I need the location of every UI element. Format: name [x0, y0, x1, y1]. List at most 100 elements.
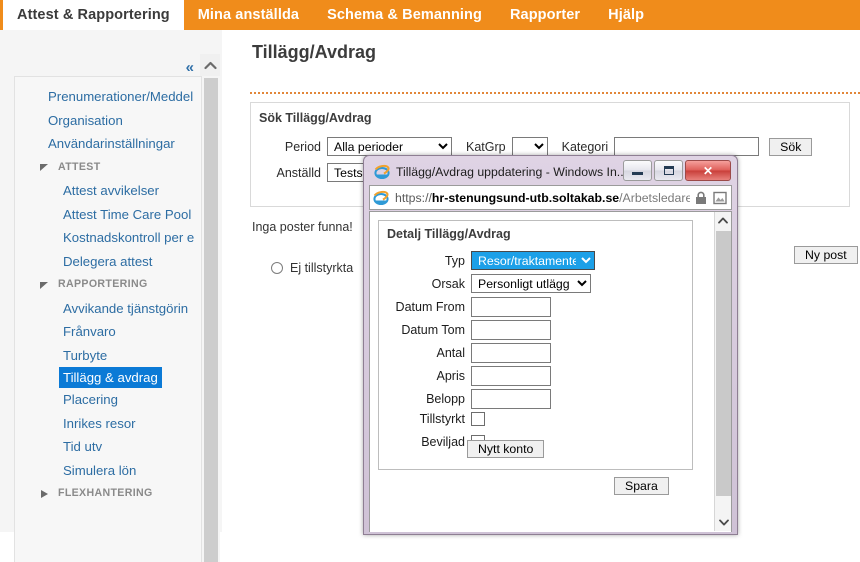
sidebar-item-avvikande-tjanstgoring[interactable]: Avvikande tjänstgörin: [15, 297, 201, 321]
kategori-input[interactable]: [614, 137, 760, 156]
chevron-up-icon: [718, 217, 728, 224]
top-navigation-bar: Attest & Rapportering Mina anställda Sch…: [0, 0, 860, 30]
sidebar-item-tid-utv[interactable]: Tid utv: [15, 435, 201, 459]
compatibility-view-icon[interactable]: [712, 190, 728, 206]
nav-tab-attest-rapportering[interactable]: Attest & Rapportering: [3, 0, 184, 30]
datum-from-row: Datum From: [385, 297, 551, 317]
scrollbar-up-button[interactable]: [715, 212, 731, 229]
url-path: /Arbetsledare/A: [619, 190, 690, 205]
period-row: Period Alla perioder KatGrp Kategori Sök: [259, 137, 813, 156]
nav-tab-label: Rapporter: [509, 7, 581, 23]
popup-content-area: Detalj Tillägg/Avdrag Typ Resor/traktame…: [369, 211, 732, 532]
collapse-chevrons-label: «: [185, 59, 194, 76]
sidebar-item-placering[interactable]: Placering: [15, 388, 201, 412]
restore-icon: [663, 166, 674, 175]
detail-panel: Detalj Tillägg/Avdrag Typ Resor/traktame…: [378, 220, 693, 470]
antal-input[interactable]: [471, 343, 551, 363]
katgrp-select[interactable]: [511, 137, 548, 156]
period-label: Period: [284, 139, 321, 154]
sidebar-item-tillagg-avdrag[interactable]: Tillägg & avdrag: [59, 367, 162, 388]
minimize-icon: [632, 172, 643, 175]
ej-tillstyrkta-radio-row[interactable]: Ej tillstyrkta: [271, 261, 353, 275]
url-text[interactable]: https://hr-stenungsund-utb.soltakab.se/A…: [395, 191, 690, 205]
nav-tab-label: Schema & Bemanning: [327, 7, 482, 23]
sidebar-item-anvandarinstallningar[interactable]: Användarinställningar: [15, 132, 201, 156]
sidebar-item-attest-avvikelser[interactable]: Attest avvikelser: [15, 179, 201, 203]
detail-panel-title: Detalj Tillägg/Avdrag: [387, 227, 511, 241]
new-post-button[interactable]: Ny post: [794, 246, 858, 264]
new-account-button[interactable]: Nytt konto: [467, 440, 545, 458]
katgrp-label: KatGrp: [466, 139, 506, 154]
radio-icon[interactable]: [271, 262, 283, 274]
apris-label: Apris: [436, 369, 465, 383]
popup-window: Tillägg/Avdrag uppdatering - Windows In.…: [363, 155, 738, 535]
sidebar-group-attest[interactable]: ATTEST: [15, 156, 201, 180]
popup-scrollbar[interactable]: [714, 212, 731, 531]
tillstyrkt-row: Tillstyrkt: [385, 412, 485, 426]
sidebar-item-prenumerationer[interactable]: Prenumerationer/Meddel: [15, 85, 201, 109]
sidebar-item-kostnadskontroll[interactable]: Kostnadskontroll per e: [15, 226, 201, 250]
sidebar-scroll-up-button[interactable]: [200, 54, 220, 76]
title-divider: [250, 92, 860, 94]
sidebar-item-attest-time-care-pool[interactable]: Attest Time Care Pool: [15, 203, 201, 227]
nav-tab-label: Hjälp: [608, 7, 645, 23]
period-select[interactable]: Alla perioder: [327, 137, 452, 156]
lock-icon: [696, 191, 706, 204]
window-controls: ✕: [623, 160, 731, 181]
sidebar-collapse-icon[interactable]: «: [185, 59, 194, 76]
scrollbar-down-button[interactable]: [715, 514, 731, 531]
apris-input[interactable]: [471, 366, 551, 386]
typ-label: Typ: [444, 253, 465, 268]
chevron-up-icon: [203, 61, 217, 69]
popup-address-bar[interactable]: https://hr-stenungsund-utb.soltakab.se/A…: [369, 185, 732, 210]
url-prefix: hr-stenungsund-utb.: [431, 190, 553, 205]
ej-tillstyrkta-label: Ej tillstyrkta: [290, 261, 354, 275]
triangle-right-icon: [41, 489, 48, 498]
search-panel-title: Sök Tillägg/Avdrag: [259, 111, 372, 125]
popup-titlebar[interactable]: Tillägg/Avdrag uppdatering - Windows In.…: [368, 160, 733, 184]
nav-tab-label: Mina anställda: [197, 7, 300, 23]
orsak-select[interactable]: Personligt utlägg: [471, 274, 591, 293]
sidebar-item-organisation[interactable]: Organisation: [15, 109, 201, 133]
sidebar-item-franvaro[interactable]: Frånvaro: [15, 320, 201, 344]
anstalld-label: Anställd: [276, 165, 321, 180]
datum-tom-input[interactable]: [471, 320, 551, 340]
restore-button[interactable]: [654, 160, 683, 181]
minimize-button[interactable]: [623, 160, 652, 181]
typ-select[interactable]: Resor/traktamente: [471, 251, 595, 270]
kategori-label: Kategori: [561, 139, 609, 154]
sidebar-tree: Prenumerationer/Meddel Organisation Anvä…: [14, 76, 202, 562]
beviljad-label: Beviljad: [421, 435, 465, 449]
url-scheme: https://: [395, 190, 432, 205]
antal-label: Antal: [436, 346, 466, 360]
belopp-input[interactable]: [471, 389, 551, 409]
sidebar-item-simulera-lon[interactable]: Simulera lön: [15, 459, 201, 483]
sidebar-scrollbar[interactable]: [200, 76, 220, 562]
tillstyrkt-checkbox[interactable]: [471, 412, 485, 426]
sidebar-item-delegera-attest[interactable]: Delegera attest: [15, 250, 201, 274]
save-button[interactable]: Spara: [614, 477, 669, 495]
sidebar-group-flexhantering[interactable]: FLEXHANTERING: [15, 482, 201, 506]
sidebar-group-label: RAPPORTERING: [58, 278, 148, 290]
close-button[interactable]: ✕: [685, 160, 731, 181]
popup-title-text: Tillägg/Avdrag uppdatering - Windows In.…: [396, 165, 628, 179]
belopp-label: Belopp: [426, 392, 465, 406]
popup-scrollbar-thumb[interactable]: [716, 231, 731, 496]
sidebar-group-rapportering[interactable]: RAPPORTERING: [15, 273, 201, 297]
page-title: Tillägg/Avdrag: [252, 42, 377, 62]
sidebar-scrollbar-thumb[interactable]: [204, 78, 218, 562]
sidebar-item-turbyte[interactable]: Turbyte: [15, 344, 201, 368]
nav-tab-hjalp[interactable]: Hjälp: [594, 0, 658, 30]
sidebar-item-inrikes-resor[interactable]: Inrikes resor: [15, 412, 201, 436]
nav-tab-rapporter[interactable]: Rapporter: [496, 0, 594, 30]
triangle-down-icon: [40, 281, 48, 289]
belopp-row: Belopp: [385, 389, 551, 409]
chevron-down-icon: [718, 519, 729, 526]
orsak-label: Orsak: [431, 276, 465, 291]
datum-from-input[interactable]: [471, 297, 551, 317]
nav-tab-schema-bemanning[interactable]: Schema & Bemanning: [313, 0, 496, 30]
nav-tab-mina-anstallda[interactable]: Mina anställda: [184, 0, 313, 30]
url-domain: soltakab.se: [552, 190, 620, 205]
antal-row: Antal: [385, 343, 551, 363]
search-button[interactable]: Sök: [769, 137, 813, 156]
